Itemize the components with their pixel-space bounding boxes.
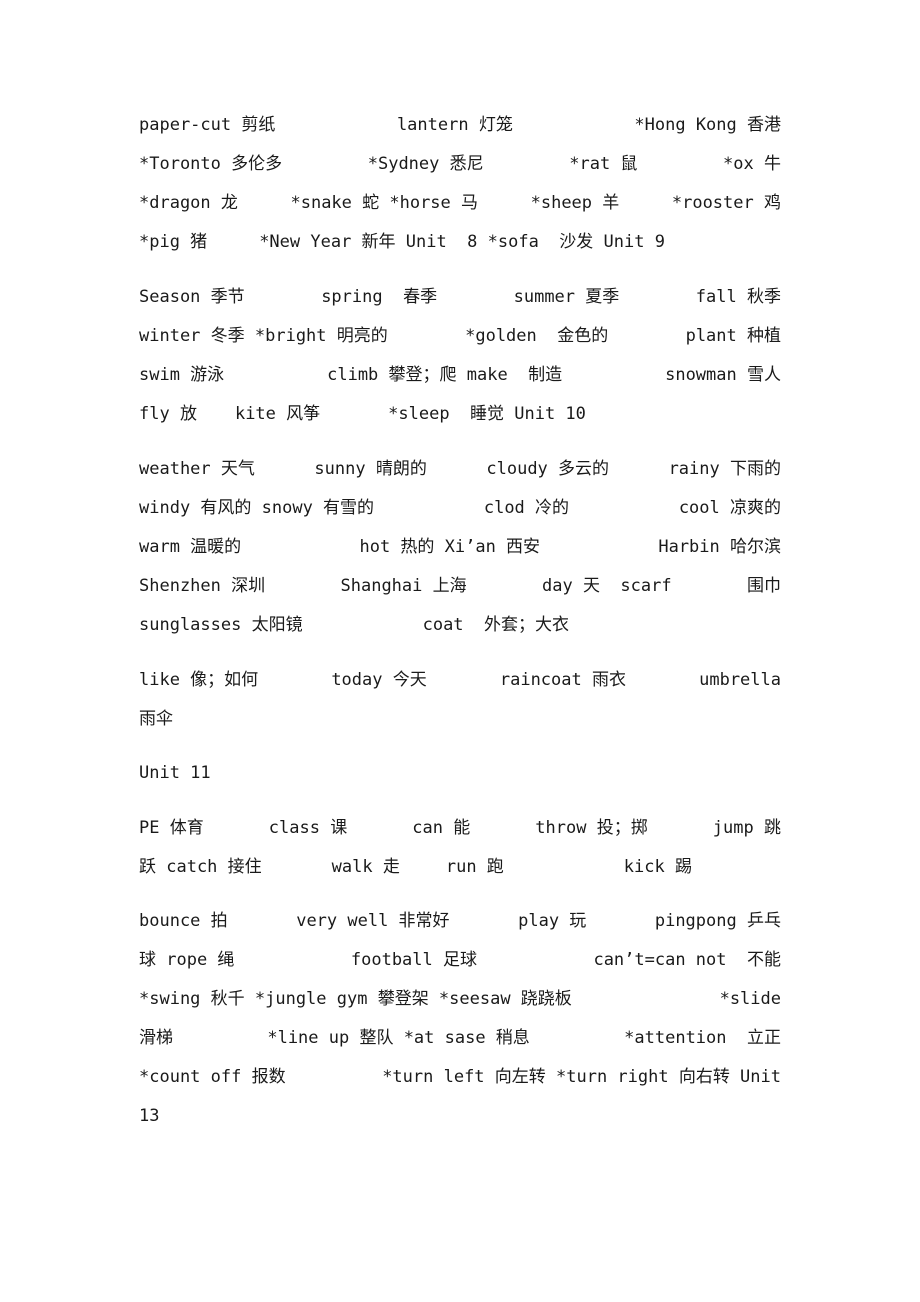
vocab-entry: climb 攀登；爬 make 制造 <box>327 365 563 385</box>
vocab-entry: 跃 catch 接住 <box>139 857 262 877</box>
text-line: 滑梯 *line up 整队 *at sase 稍息 *attention 立正 <box>139 1026 781 1050</box>
vocab-entry: 13 <box>139 1106 160 1126</box>
text-line: *swing 秋千 *jungle gym 攀登架 *seesaw 跷跷板 *sl… <box>139 987 781 1011</box>
vocab-entry: bounce 拍 <box>139 911 228 931</box>
vocab-entry: class 课 <box>268 818 348 838</box>
text-line: paper-cut 剪纸 lantern 灯笼 *Hong Kong 香港 <box>139 113 781 137</box>
unit-heading: Unit 11 <box>139 761 781 785</box>
vocab-entry: 滑梯 <box>139 1028 173 1048</box>
vocab-entry: weather 天气 <box>139 459 255 479</box>
vocab-entry: 围巾 <box>746 576 781 596</box>
vocab-entry: *Toronto 多伦多 <box>139 154 283 174</box>
vocab-entry: *snake 蛇 *horse 马 <box>290 193 479 213</box>
vocab-entry: rainy 下雨的 <box>668 459 781 479</box>
vocab-entry: *rat 鼠 <box>569 154 638 174</box>
vocab-entry: play 玩 <box>518 911 587 931</box>
text-line: *dragon 龙 *snake 蛇 *horse 马 *sheep 羊 *roost… <box>139 191 781 215</box>
vocab-entry: *attention 立正 <box>624 1028 781 1048</box>
vocab-entry: windy 有风的 snowy 有雪的 <box>139 498 375 518</box>
vocab-entry: 雨伞 <box>139 709 173 729</box>
vocab-entry: *ox 牛 <box>723 154 781 174</box>
vocab-entry: summer 夏季 <box>513 287 620 307</box>
vocab-entry: *count off 报数 <box>139 1067 286 1087</box>
text-line: Shenzhen 深圳 Shanghai 上海 day 天 scarf 围巾 <box>139 574 781 598</box>
text-line: weather 天气 sunny 晴朗的 cloudy 多云的 rainy 下雨的 <box>139 457 781 481</box>
vocab-entry: lantern 灯笼 <box>396 115 513 135</box>
vocab-entry: Season 季节 <box>139 287 245 307</box>
vocab-entry: winter 冬季 *bright 明亮的 <box>139 326 388 346</box>
text-line: fly 放 kite 风筝 *sleep 睡觉 Unit 10 <box>139 402 781 426</box>
text-line: *count off 报数 *turn left 向左转 *turn right … <box>139 1065 781 1089</box>
vocab-entry: pingpong 乒乓 <box>654 911 781 931</box>
vocab-entry: kite 风筝 <box>234 404 321 424</box>
vocab-entry: *Hong Kong 香港 <box>634 115 781 135</box>
vocab-entry: sunny 晴朗的 <box>314 459 427 479</box>
vocab-entry: sunglasses 太阳镜 <box>139 615 303 635</box>
vocab-entry: coat 外套；大衣 <box>422 615 570 635</box>
vocab-entry: 球 rope 绳 <box>139 950 235 970</box>
text-line: windy 有风的 snowy 有雪的 clod 冷的 cool 凉爽的 <box>139 496 781 520</box>
vocab-entry: very well 非常好 <box>296 911 450 931</box>
vocab-entry: kick 踢 <box>623 857 692 877</box>
vocab-entry: walk 走 <box>331 857 400 877</box>
vocab-entry: *turn left 向左转 *turn right 向右转 Unit <box>382 1067 781 1087</box>
vocab-entry: football 足球 <box>350 950 477 970</box>
vocab-entry: fall 秋季 <box>695 287 781 307</box>
vocab-entry: can’t=can not 不能 <box>593 950 781 970</box>
vocab-entry: *swing 秋千 *jungle gym 攀登架 *seesaw 跷跷板 <box>139 989 572 1009</box>
vocab-entry: PE 体育 <box>139 818 204 838</box>
vocab-entry: *sheep 羊 <box>530 193 620 213</box>
text-line: bounce 拍 very well 非常好 play 玩 pingpong 乒乓 <box>139 909 781 933</box>
vocab-entry: run 跑 <box>445 857 504 877</box>
vocab-entry: warm 温暖的 <box>139 537 242 557</box>
text-line: *Toronto 多伦多 *Sydney 悉尼 *rat 鼠 *ox 牛 <box>139 152 781 176</box>
vocab-entry: *slide <box>719 989 781 1009</box>
text-line: like 像；如何 today 今天 raincoat 雨衣 umbrella <box>139 668 781 692</box>
vocab-entry: hot 热的 Xi’an 西安 <box>359 537 541 557</box>
vocab-entry: snowman 雪人 <box>665 365 781 385</box>
vocab-entry: *golden 金色的 <box>465 326 609 346</box>
text-line: sunglasses 太阳镜 coat 外套；大衣 <box>139 613 781 637</box>
vocab-entry: Shanghai 上海 <box>340 576 467 596</box>
vocab-entry: spring 春季 <box>321 287 438 307</box>
vocab-entry: raincoat 雨衣 <box>499 670 626 690</box>
text-line: swim 游泳 climb 攀登；爬 make 制造 snowman 雪人 <box>139 363 781 387</box>
vocab-entry: paper-cut 剪纸 <box>139 115 276 135</box>
vocab-entry: like 像；如何 <box>139 670 259 690</box>
vocab-entry: plant 种植 <box>685 326 781 346</box>
text-line: PE 体育 class 课 can 能 throw 投；掷 jump 跳 <box>139 816 781 840</box>
text-line: *pig 猪 *New Year 新年 Unit 8 *sofa 沙发 Unit … <box>139 230 781 254</box>
text-line: warm 温暖的 hot 热的 Xi’an 西安 Harbin 哈尔滨 <box>139 535 781 559</box>
vocab-entry: cloudy 多云的 <box>486 459 610 479</box>
vocab-entry: jump 跳 <box>712 818 781 838</box>
unit-label: Unit 11 <box>139 763 211 783</box>
text-line: 跃 catch 接住 walk 走 run 跑 kick 踢 <box>139 855 781 879</box>
vocab-entry: cool 凉爽的 <box>678 498 781 518</box>
vocab-entry: *pig 猪 <box>139 232 208 252</box>
vocab-entry: Harbin 哈尔滨 <box>658 537 781 557</box>
vocab-entry: *line up 整队 *at sase 稍息 <box>267 1028 530 1048</box>
text-line: winter 冬季 *bright 明亮的 *golden 金色的 plant 种植 <box>139 324 781 348</box>
vocab-entry: today 今天 <box>331 670 427 690</box>
vocab-entry: Shenzhen 深圳 <box>139 576 266 596</box>
vocab-entry: *Sydney 悉尼 <box>367 154 484 174</box>
vocab-entry: *sleep 睡觉 Unit 10 <box>388 404 586 424</box>
vocab-entry: umbrella <box>699 670 781 690</box>
text-line: 13 <box>139 1104 781 1128</box>
vocab-entry: swim 游泳 <box>139 365 225 385</box>
text-line: Season 季节 spring 春季 summer 夏季 fall 秋季 <box>139 285 781 309</box>
vocab-entry: fly 放 <box>139 404 197 424</box>
vocab-entry: *New Year 新年 Unit 8 *sofa 沙发 Unit 9 <box>259 232 665 252</box>
text-line: 雨伞 <box>139 707 781 731</box>
vocab-entry: throw 投；掷 <box>535 818 648 838</box>
vocab-entry: clod 冷的 <box>483 498 570 518</box>
text-line: 球 rope 绳 football 足球 can’t=can not 不能 <box>139 948 781 972</box>
vocab-entry: *dragon 龙 <box>139 193 238 213</box>
vocab-entry: *rooster 鸡 <box>671 193 781 213</box>
vocab-entry: can 能 <box>412 818 471 838</box>
vocab-entry: day 天 scarf <box>542 576 672 596</box>
